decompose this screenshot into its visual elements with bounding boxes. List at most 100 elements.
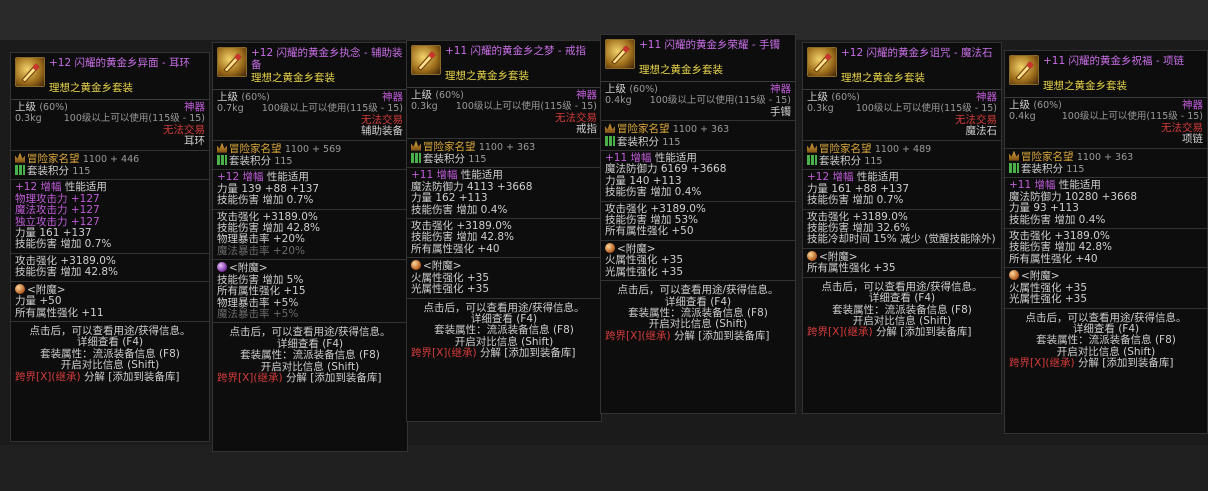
inherit-link[interactable]: 跨界[X](继承) bbox=[411, 347, 477, 359]
enchant-stat-text: 技能伤害 增加 5% bbox=[217, 273, 304, 286]
enchant-stat-text: 力量 +50 bbox=[15, 295, 62, 308]
fame-section: 冒险家名望 1100 + 363 套装积分 115 bbox=[1005, 149, 1207, 179]
weight-value: 0.3kg bbox=[15, 113, 42, 125]
add-to-library-link[interactable]: [添加到装备库] bbox=[310, 372, 381, 384]
trade-status: 无法交易 bbox=[955, 113, 997, 126]
disassemble-link[interactable]: 分解 bbox=[876, 326, 897, 338]
main-stat-text: 所有属性强化 +40 bbox=[411, 242, 500, 255]
tooltip-footer: 点击后，可以查看用途/获得信息。 详细查看 (F4) 套装属性：流派装备信息 (F8… bbox=[213, 323, 407, 384]
footer-hint-text: 点击后，可以查看用途/获得信息。 bbox=[821, 280, 983, 293]
disassemble-link[interactable]: 分解 bbox=[286, 372, 307, 384]
add-to-library-link[interactable]: [添加到装备库] bbox=[900, 326, 971, 338]
inherit-link[interactable]: 跨界[X](继承) bbox=[217, 372, 283, 384]
main-stat-text: 所有属性强化 +40 bbox=[1009, 252, 1098, 265]
footer-hint-text: 套装属性：流派装备信息 (F8) bbox=[40, 347, 180, 360]
inherit-link[interactable]: 跨界[X](继承) bbox=[605, 330, 671, 342]
trade-status: 无法交易 bbox=[361, 113, 403, 126]
disassemble-link[interactable]: 分解 bbox=[480, 347, 501, 359]
set-points-value: 115 bbox=[274, 156, 293, 168]
grade-row: 上级 (60%) 神器 bbox=[1009, 99, 1203, 111]
set-points-row: 套装积分 115 bbox=[605, 135, 791, 148]
footer-hint-text: 开启对比信息 (Shift) bbox=[260, 360, 360, 373]
grade-percent: (60%) bbox=[1033, 100, 1062, 111]
action-row: 跨界[X](继承) 分解 [添加到装备库] bbox=[601, 330, 795, 342]
background-strip bbox=[0, 445, 1208, 491]
action-row: 跨界[X](继承) 分解 [添加到装备库] bbox=[407, 347, 601, 359]
set-points-icon bbox=[1009, 163, 1019, 174]
rarity-label: 神器 bbox=[1182, 99, 1203, 111]
fame-value: 1100 + 363 bbox=[1076, 151, 1134, 163]
skill-row: 技能伤害 增加 0.7% bbox=[217, 195, 403, 206]
footer-hint-text: 详细查看 (F4) bbox=[664, 295, 732, 308]
set-points-label: 套装积分 bbox=[617, 135, 659, 148]
skill-damage: 技能伤害 增加 0.4% bbox=[605, 186, 702, 199]
item-title: +12 闪耀的黄金乡诅咒 - 魔法石 bbox=[841, 47, 993, 59]
action-row: 跨界[X](继承) 分解 [添加到装备库] bbox=[213, 372, 407, 384]
item-title: +12 闪耀的黄金乡执念 - 辅助装备 bbox=[251, 47, 403, 71]
item-slot: 耳环 bbox=[184, 135, 205, 148]
amplify-label: 增幅 bbox=[832, 171, 854, 184]
fame-icon bbox=[217, 142, 227, 153]
grade-group: 上级 (60%) bbox=[605, 83, 658, 95]
fame-icon bbox=[15, 152, 25, 163]
item-title: +12 闪耀的黄金乡异面 - 耳环 bbox=[49, 57, 190, 69]
amplify-desc: 性能适用 bbox=[856, 171, 899, 184]
amplify-level: +11 bbox=[411, 169, 434, 182]
disassemble-link[interactable]: 分解 bbox=[674, 330, 695, 342]
add-to-library-link[interactable]: [添加到装备库] bbox=[108, 371, 179, 383]
add-to-library-link[interactable]: [添加到装备库] bbox=[1102, 357, 1173, 369]
enchant-orb-icon bbox=[807, 250, 817, 261]
slot-row: 魔法石 bbox=[807, 126, 998, 137]
tooltip-header: +11 闪耀的黄金乡荣耀 - 手镯 理想之黄金乡套装 bbox=[601, 35, 795, 82]
grade-row: 上级 (60%) 神器 bbox=[15, 101, 205, 113]
item-title: +11 闪耀的黄金乡祝福 - 项链 bbox=[1043, 55, 1184, 67]
grade-group: 上级 (60%) bbox=[217, 91, 270, 103]
add-to-library-link[interactable]: [添加到装备库] bbox=[698, 330, 769, 342]
fame-row: 冒险家名望 1100 + 363 bbox=[411, 140, 597, 153]
grade-section: 上级 (60%) 神器 0.3kg 100级以上可以使用(115级 - 15) 无法交易… bbox=[803, 90, 1001, 141]
footer-hint-text: 套装属性：流派装备信息 (F8) bbox=[240, 349, 380, 362]
grade-row: 上级 (60%) 神器 bbox=[411, 89, 597, 101]
fame-label: 冒险家名望 bbox=[1021, 150, 1074, 163]
tooltip-footer: 点击后，可以查看用途/获得信息。 详细查看 (F4) 套装属性：流派装备信息 (F8… bbox=[601, 281, 795, 342]
set-points-label: 套装积分 bbox=[229, 155, 271, 168]
item-tooltip: +11 闪耀的黄金乡荣耀 - 手镯 理想之黄金乡套装 上级 (60%) 神器 0.4kg… bbox=[600, 34, 796, 414]
amplify-desc: 性能适用 bbox=[64, 181, 107, 194]
amplify-label: 增幅 bbox=[40, 181, 62, 194]
grade-percent: (60%) bbox=[831, 92, 860, 103]
grade-percent: (60%) bbox=[241, 92, 270, 103]
grade-label: 上级 bbox=[807, 91, 828, 103]
enchant-stat-text: 光属性强化 +35 bbox=[411, 283, 489, 296]
set-points-row: 套装积分 115 bbox=[1009, 163, 1203, 175]
enchant-label: <附魔> bbox=[423, 260, 462, 273]
amplify-level: +12 bbox=[807, 171, 830, 184]
grade-section: 上级 (60%) 神器 0.7kg 100级以上可以使用(115级 - 15) 无法交易… bbox=[213, 90, 407, 141]
amplify-section: +11 增幅 性能适用 魔法防御力 10280 +3668 力量 93 +113 技能… bbox=[1005, 178, 1207, 230]
amplify-section: +11 增幅 性能适用 魔法防御力 4113 +3668 力量 162 +113 技能… bbox=[407, 168, 601, 220]
inherit-link[interactable]: 跨界[X](继承) bbox=[807, 326, 873, 338]
weight-value: 0.4kg bbox=[1009, 111, 1036, 123]
footer-hint-text: 点击后，可以查看用途/获得信息。 bbox=[617, 284, 779, 297]
disassemble-link[interactable]: 分解 bbox=[1078, 357, 1099, 369]
footer-hint-text: 点击后，可以查看用途/获得信息。 bbox=[1025, 311, 1187, 324]
inherit-link[interactable]: 跨界[X](继承) bbox=[15, 371, 81, 383]
enchant-stat: 光属性强化 +35 bbox=[1009, 293, 1203, 306]
fame-value: 1100 + 569 bbox=[284, 143, 342, 155]
grade-percent: (60%) bbox=[629, 84, 658, 95]
grade-section: 上级 (60%) 神器 0.3kg 100级以上可以使用(115级 - 15) 无法交易… bbox=[407, 88, 601, 139]
enchant-stat-text: 魔法暴击率 +5% bbox=[217, 307, 299, 320]
rarity-label: 神器 bbox=[382, 91, 403, 103]
skill-damage: 技能伤害 增加 0.7% bbox=[217, 194, 314, 207]
inherit-link[interactable]: 跨界[X](继承) bbox=[1009, 357, 1075, 369]
grade-label: 上级 bbox=[217, 91, 238, 103]
item-icon bbox=[217, 47, 247, 77]
disassemble-link[interactable]: 分解 bbox=[84, 371, 105, 383]
main-stat-text: 技能伤害 增加 42.8% bbox=[411, 231, 515, 244]
amplify-section: +12 增幅 性能适用 力量 139 +88 +137 技能伤害 增加 0.7% bbox=[213, 170, 407, 210]
add-to-library-link[interactable]: [添加到装备库] bbox=[504, 347, 575, 359]
main-stats-section: 攻击强化 +3189.0% 技能伤害 增加 42.8% 所有属性强化 +40 bbox=[407, 219, 601, 259]
enchant-stat: 所有属性强化 +35 bbox=[807, 263, 997, 274]
fame-value: 1100 + 489 bbox=[874, 143, 932, 155]
enchant-stat-text: 光属性强化 +35 bbox=[1009, 293, 1087, 306]
set-points-value: 115 bbox=[662, 136, 681, 148]
